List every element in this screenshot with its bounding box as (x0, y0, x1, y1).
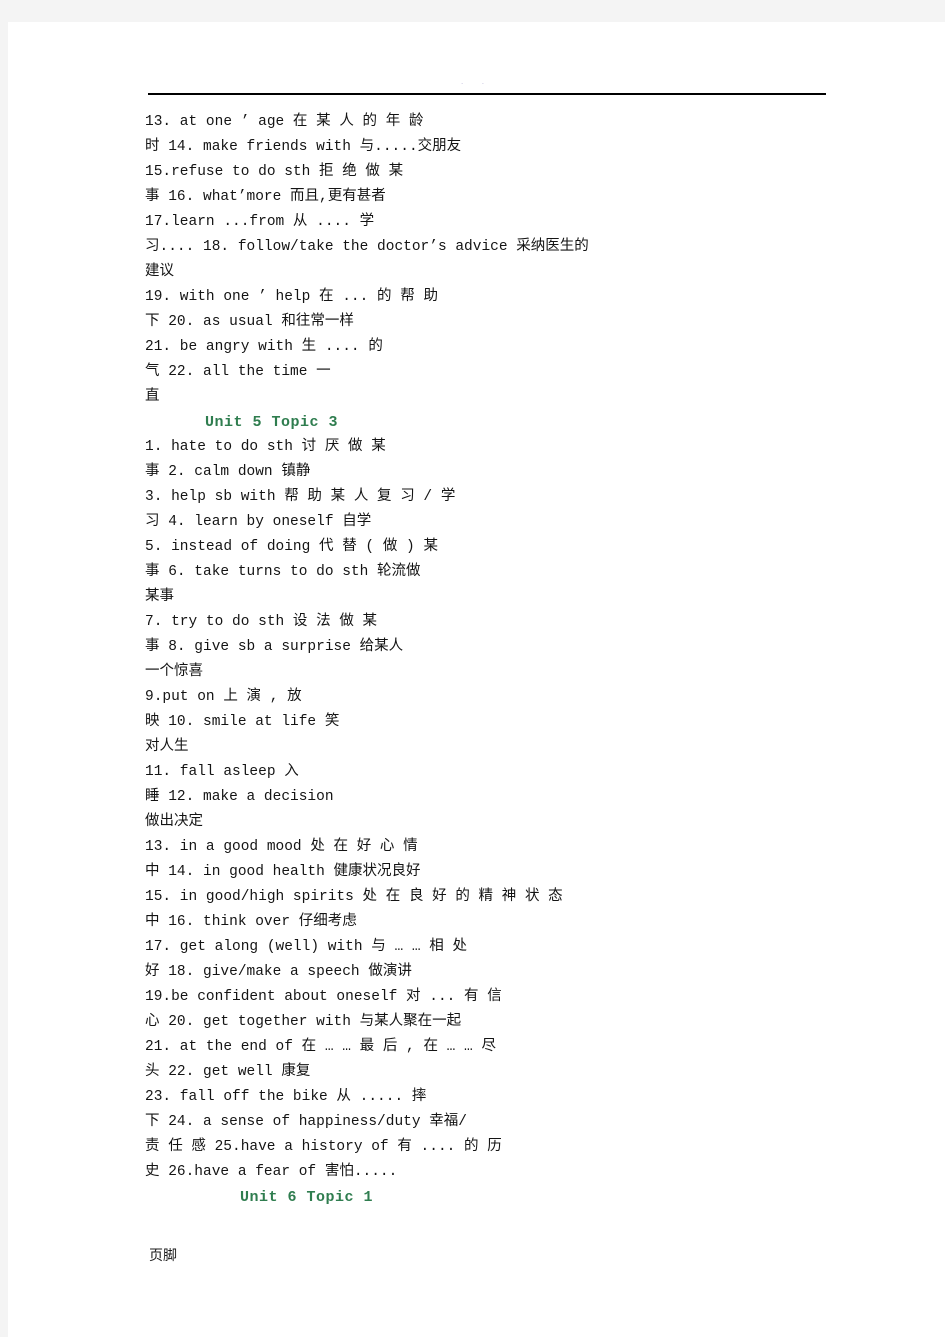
phrase-line: 事 8. give sb a surprise 给某人 (145, 639, 404, 655)
phrase-line: 13. at one ’ age 在 某 人 的 年 龄 (145, 114, 424, 130)
page-header: . . (8, 22, 945, 95)
phrase-line: 7. try to do sth 设 法 做 某 (145, 614, 378, 630)
phrase-line: 事 2. calm down 镇静 (145, 464, 311, 480)
section-heading-unit6-topic1: Unit 6 Topic 1 (240, 1189, 374, 1206)
phrase-line: 史 26.have a fear of 害怕..... (145, 1164, 398, 1180)
phrase-line: 9.put on 上 演 , 放 (145, 689, 302, 705)
phrase-line: 做出决定 (145, 814, 203, 830)
phrase-line: 1. hate to do sth 讨 厌 做 某 (145, 439, 386, 455)
phrase-line: 13. in a good mood 处 在 好 心 情 (145, 839, 418, 855)
phrase-line: 下 24. a sense of happiness/duty 幸福/ (145, 1114, 467, 1130)
document-body: 13. at one ’ age 在 某 人 的 年 龄 时 14. make … (145, 110, 829, 1210)
header-divider-rule (148, 93, 826, 95)
document-page: . . 13. at one ’ age 在 某 人 的 年 龄 时 14. m… (8, 22, 945, 1337)
phrase-line: 17. get along (well) with 与 … … 相 处 (145, 939, 467, 955)
phrase-line: 责 任 感 25.have a history of 有 .... 的 历 (145, 1139, 502, 1155)
phrase-line: 中 16. think over 仔细考虑 (145, 914, 357, 930)
phrase-line: 23. fall off the bike 从 ..... 摔 (145, 1089, 427, 1105)
phrase-line: 习 4. learn by oneself 自学 (145, 514, 372, 530)
phrase-line: 15.refuse to do sth 拒 绝 做 某 (145, 164, 404, 180)
phrase-line: 事 6. take turns to do sth 轮流做 (145, 564, 421, 580)
phrase-line: 3. help sb with 帮 助 某 人 复 习 / 学 (145, 489, 456, 505)
phrase-line: 习.... 18. follow/take the doctor’s advic… (145, 239, 589, 255)
phrase-line: 中 14. in good health 健康状况良好 (145, 864, 421, 880)
phrase-line: 睡 12. make a decision (145, 789, 334, 805)
phrase-line: 21. be angry with 生 .... 的 (145, 339, 383, 355)
phrase-line: 心 20. get together with 与某人聚在一起 (145, 1014, 462, 1030)
phrase-line: 对人生 (145, 739, 189, 755)
page-footer-label: 页脚 (149, 1248, 177, 1264)
header-text: . . (460, 82, 493, 86)
phrase-line: 19.be confident about oneself 对 ... 有 信 (145, 989, 502, 1005)
section-heading-unit5-topic3: Unit 5 Topic 3 (205, 414, 339, 431)
phrase-line: 好 18. give/make a speech 做演讲 (145, 964, 412, 980)
phrase-line: 19. with one ’ help 在 ... 的 帮 助 (145, 289, 438, 305)
phrase-line: 直 (145, 389, 160, 405)
phrase-line: 某事 (145, 589, 174, 605)
phrase-line: 17.learn ...from 从 .... 学 (145, 214, 375, 230)
phrase-line: 时 14. make friends with 与.....交朋友 (145, 139, 462, 155)
phrase-line: 头 22. get well 康复 (145, 1064, 311, 1080)
phrase-line: 事 16. what’more 而且,更有甚者 (145, 189, 386, 205)
phrase-line: 15. in good/high spirits 处 在 良 好 的 精 神 状… (145, 889, 563, 905)
phrase-line: 11. fall asleep 入 (145, 764, 299, 780)
phrase-line: 映 10. smile at life 笑 (145, 714, 340, 730)
phrase-line: 5. instead of doing 代 替 ( 做 ) 某 (145, 539, 438, 555)
phrase-line: 下 20. as usual 和往常一样 (145, 314, 354, 330)
phrase-line: 建议 (145, 264, 174, 280)
phrase-line: 21. at the end of 在 … … 最 后 , 在 … … 尽 (145, 1039, 496, 1055)
phrase-line: 一个惊喜 (145, 664, 203, 680)
phrase-line: 气 22. all the time 一 (145, 364, 331, 380)
